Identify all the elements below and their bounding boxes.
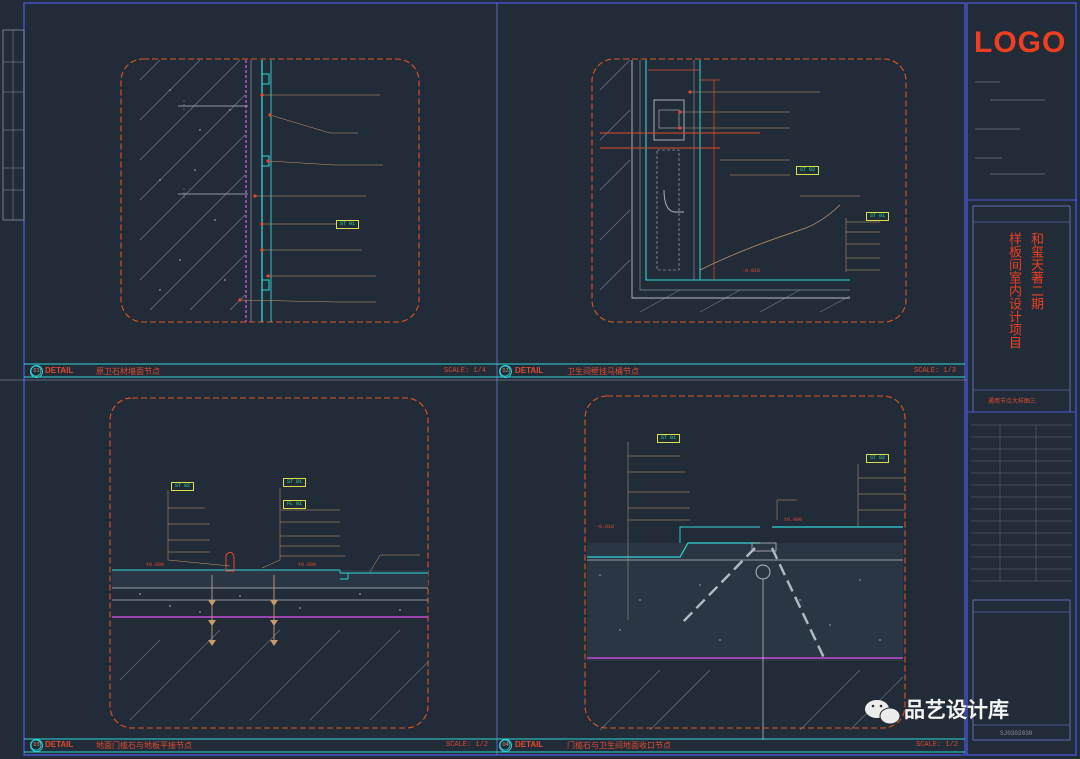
material-tag: ST 01 [866, 212, 890, 221]
detail-01-drawing [139, 59, 383, 322]
detail-number-01: 01 [30, 365, 43, 378]
level-marker: ±0.000 [784, 517, 803, 523]
detail-scale-02: SCALE: 1/3 [914, 367, 957, 375]
detail-title-02: 卫生间壁挂马桶节点 [567, 367, 639, 376]
material-tag: ST 01 [283, 478, 307, 487]
drawing-number: SJ0302030 [1000, 730, 1033, 737]
detail-boundary-01 [120, 58, 420, 323]
material-tag: ST 02 [866, 454, 890, 463]
material-tag: FL 01 [283, 500, 307, 509]
project-title-line-1: 和玺天著二期 [1028, 232, 1043, 310]
detail-number-04: 04 [499, 739, 512, 752]
title-block [966, 2, 1077, 756]
detail-label-03: DETAIL [45, 740, 74, 749]
project-title-line-2: 样板间室内设计项目 [1006, 232, 1021, 349]
detail-boundary-02 [591, 58, 907, 323]
detail-number-03: 03 [30, 739, 43, 752]
project-title: 和玺天著二期 样板间室内设计项目 [1002, 232, 1046, 349]
detail-scale-01: SCALE: 1/4 [444, 367, 487, 375]
detail-02-drawing [599, 59, 880, 313]
material-tag: ST 01 [336, 220, 360, 229]
left-revision-strip [2, 29, 25, 221]
detail-label-01: DETAIL [45, 366, 74, 375]
detail-number-02: 02 [499, 365, 512, 378]
watermark: 品艺设计库 [864, 694, 1009, 724]
material-tag: ST 01 [657, 434, 681, 443]
detail-scale-04: SCALE: 1/2 [916, 741, 959, 749]
sheet-name: 通用节点大样图三 [988, 398, 1037, 405]
company-logo: LOGO [974, 26, 1067, 59]
drawing-sheet [0, 2, 1077, 756]
detail-title-04: 门槛石与卫生间地面收口节点 [567, 741, 671, 750]
detail-label-04: DETAIL [515, 740, 544, 749]
level-marker: -0.010 [596, 524, 615, 530]
material-tag: ST 02 [796, 166, 820, 175]
detail-03-drawing [112, 488, 429, 721]
detail-label-02: DETAIL [515, 366, 544, 375]
level-marker: ±0.000 [298, 562, 317, 568]
watermark-text: 品艺设计库 [904, 698, 1009, 722]
detail-title-03: 地面门槛石与地板平接节点 [96, 741, 192, 750]
level-marker: -0.010 [742, 268, 761, 274]
level-marker: ±0.000 [146, 562, 165, 568]
detail-title-01: 原卫石材墙面节点 [96, 367, 160, 376]
detail-04-drawing [587, 442, 905, 740]
detail-scale-03: SCALE: 1/2 [446, 741, 489, 749]
material-tag: ST 02 [171, 482, 195, 491]
